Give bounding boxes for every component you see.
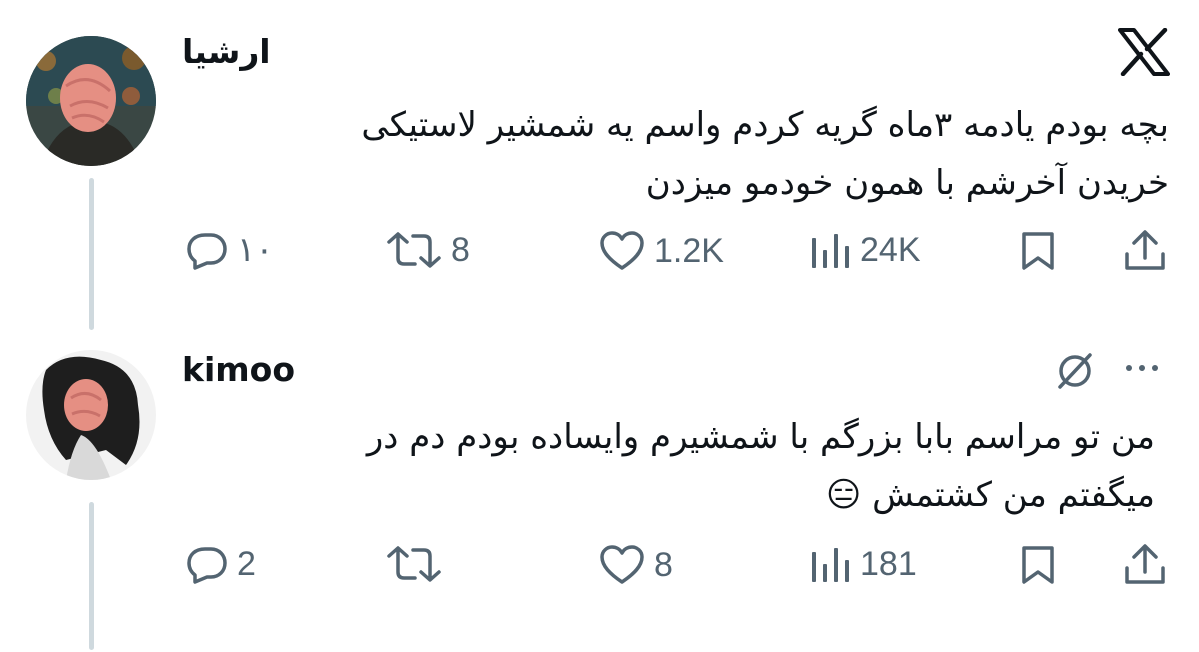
- grok-icon[interactable]: [1052, 351, 1098, 395]
- avatar[interactable]: [26, 350, 156, 480]
- share-button[interactable]: [1122, 542, 1168, 588]
- views-button[interactable]: 181: [808, 544, 917, 584]
- thread-line-bottom: [89, 502, 94, 650]
- share-upload-icon: [1125, 544, 1165, 584]
- reply-count: ۱۰: [237, 231, 274, 269]
- author-name[interactable]: ارشیا: [182, 32, 271, 72]
- more-dots-icon[interactable]: [1126, 352, 1158, 384]
- speech-bubble-icon: [187, 233, 227, 270]
- author-name[interactable]: kimoo: [182, 350, 295, 390]
- share-upload-icon: [1125, 230, 1165, 270]
- tweet-text: من تو مراسم بابا بزرگم با شمشیرم وایساده…: [165, 408, 1155, 524]
- tweet-text: بچه بودم یادمه ۳ماه گریه کردم واسم یه شم…: [179, 96, 1169, 212]
- x-logo: [1118, 27, 1170, 80]
- views-count: 181: [860, 545, 917, 583]
- bookmark-button[interactable]: [1018, 544, 1058, 586]
- share-button[interactable]: [1122, 228, 1168, 274]
- retweet-arrows-icon: [387, 232, 441, 268]
- tweet-text-line: خریدن آخرشم با همون خودمو میزدن: [645, 163, 1169, 203]
- retweet-button[interactable]: [385, 544, 451, 584]
- heart-icon: [600, 545, 644, 584]
- retweet-arrows-icon: [387, 546, 441, 582]
- bar-chart-icon: [812, 548, 849, 582]
- retweet-count: 8: [451, 231, 470, 269]
- views-count: 24K: [860, 231, 921, 269]
- reply-count: 2: [237, 545, 256, 583]
- tweet-text-line: میگفتم من کشتمش 😑: [825, 475, 1155, 515]
- like-count: 8: [654, 546, 673, 584]
- bar-chart-icon: [812, 234, 849, 268]
- heart-icon: [600, 231, 644, 270]
- tweet-text-line: بچه بودم یادمه ۳ماه گریه کردم واسم یه شم…: [361, 105, 1169, 145]
- speech-bubble-icon: [187, 547, 227, 584]
- views-button[interactable]: 24K: [808, 230, 921, 270]
- like-button[interactable]: 8: [598, 544, 673, 586]
- bookmark-icon: [1022, 546, 1054, 584]
- reply-button[interactable]: 2: [185, 544, 256, 584]
- like-count: 1.2K: [654, 232, 724, 270]
- bookmark-icon: [1022, 232, 1054, 270]
- retweet-button[interactable]: 8: [385, 230, 470, 270]
- like-button[interactable]: 1.2K: [598, 230, 724, 272]
- thread-line-top: [89, 178, 94, 330]
- reply-button[interactable]: ۱۰: [185, 230, 274, 270]
- avatar[interactable]: [26, 36, 156, 166]
- bookmark-button[interactable]: [1018, 230, 1058, 272]
- tweet-text-line: من تو مراسم بابا بزرگم با شمشیرم وایساده…: [366, 417, 1155, 457]
